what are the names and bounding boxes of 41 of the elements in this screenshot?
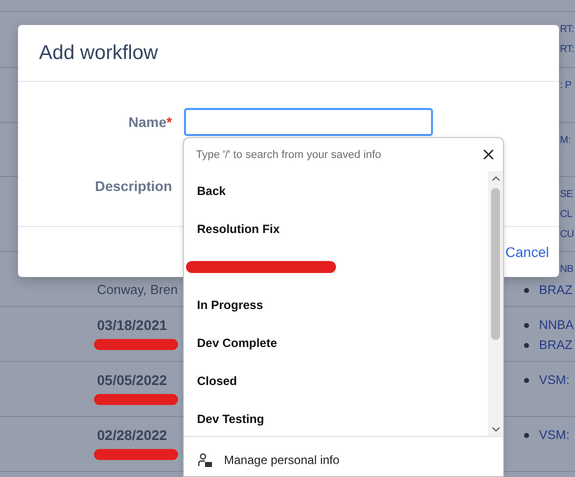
- name-field[interactable]: [184, 108, 433, 136]
- list-text: RT:: [560, 23, 574, 37]
- required-mark: *: [166, 114, 172, 130]
- scrollbar[interactable]: [488, 171, 503, 436]
- suggestion-item[interactable]: Closed: [184, 362, 488, 400]
- bullet-icon: [524, 378, 529, 382]
- suggestion-item[interactable]: Resolution Fix: [184, 210, 488, 248]
- field-label: Description: [94, 178, 172, 194]
- list-text: M:: [560, 134, 571, 148]
- suggestion-item[interactable]: Back: [184, 172, 488, 210]
- list-text: : P: [560, 79, 572, 93]
- dialog-title: Add workflow: [18, 25, 559, 82]
- list-text: CU: [560, 228, 574, 242]
- list-text: VSM:: [539, 427, 570, 444]
- list-text: RT:: [560, 43, 574, 57]
- person-name: Conway, Bren: [97, 281, 178, 299]
- list-text: BRAZ: [539, 337, 572, 354]
- date-text: 03/18/2021: [97, 316, 168, 335]
- hint-text: Type '/' to search from your saved info: [196, 148, 382, 160]
- list-text: NNBA: [539, 317, 574, 334]
- suggestion-item[interactable]: Dev Testing: [184, 400, 488, 438]
- close-icon[interactable]: [483, 149, 494, 160]
- manage-link[interactable]: Manage personal info: [224, 453, 340, 468]
- suggestion-item[interactable]: Dev Complete: [184, 324, 488, 362]
- person-icon: [198, 453, 213, 468]
- bullet-icon: [524, 342, 529, 348]
- list-text: NB: [560, 263, 574, 277]
- bullet-icon: [524, 288, 529, 292]
- suggestion-item[interactable]: In Progress: [184, 286, 488, 324]
- field-label: Name: [128, 114, 167, 130]
- chevron-down-icon[interactable]: [492, 427, 500, 432]
- list-text: BRAZ: [539, 282, 572, 299]
- date-text: 02/28/2022: [97, 426, 168, 445]
- list-text: CL: [560, 208, 572, 222]
- date-text: 05/05/2022: [97, 371, 168, 390]
- list-text: VSM:: [539, 372, 570, 389]
- bullet-icon: [524, 432, 529, 438]
- chevron-up-icon[interactable]: [492, 176, 500, 181]
- cancel-link[interactable]: Cancel: [505, 244, 549, 260]
- bullet-icon: [524, 322, 529, 328]
- list-text: SE: [560, 188, 573, 202]
